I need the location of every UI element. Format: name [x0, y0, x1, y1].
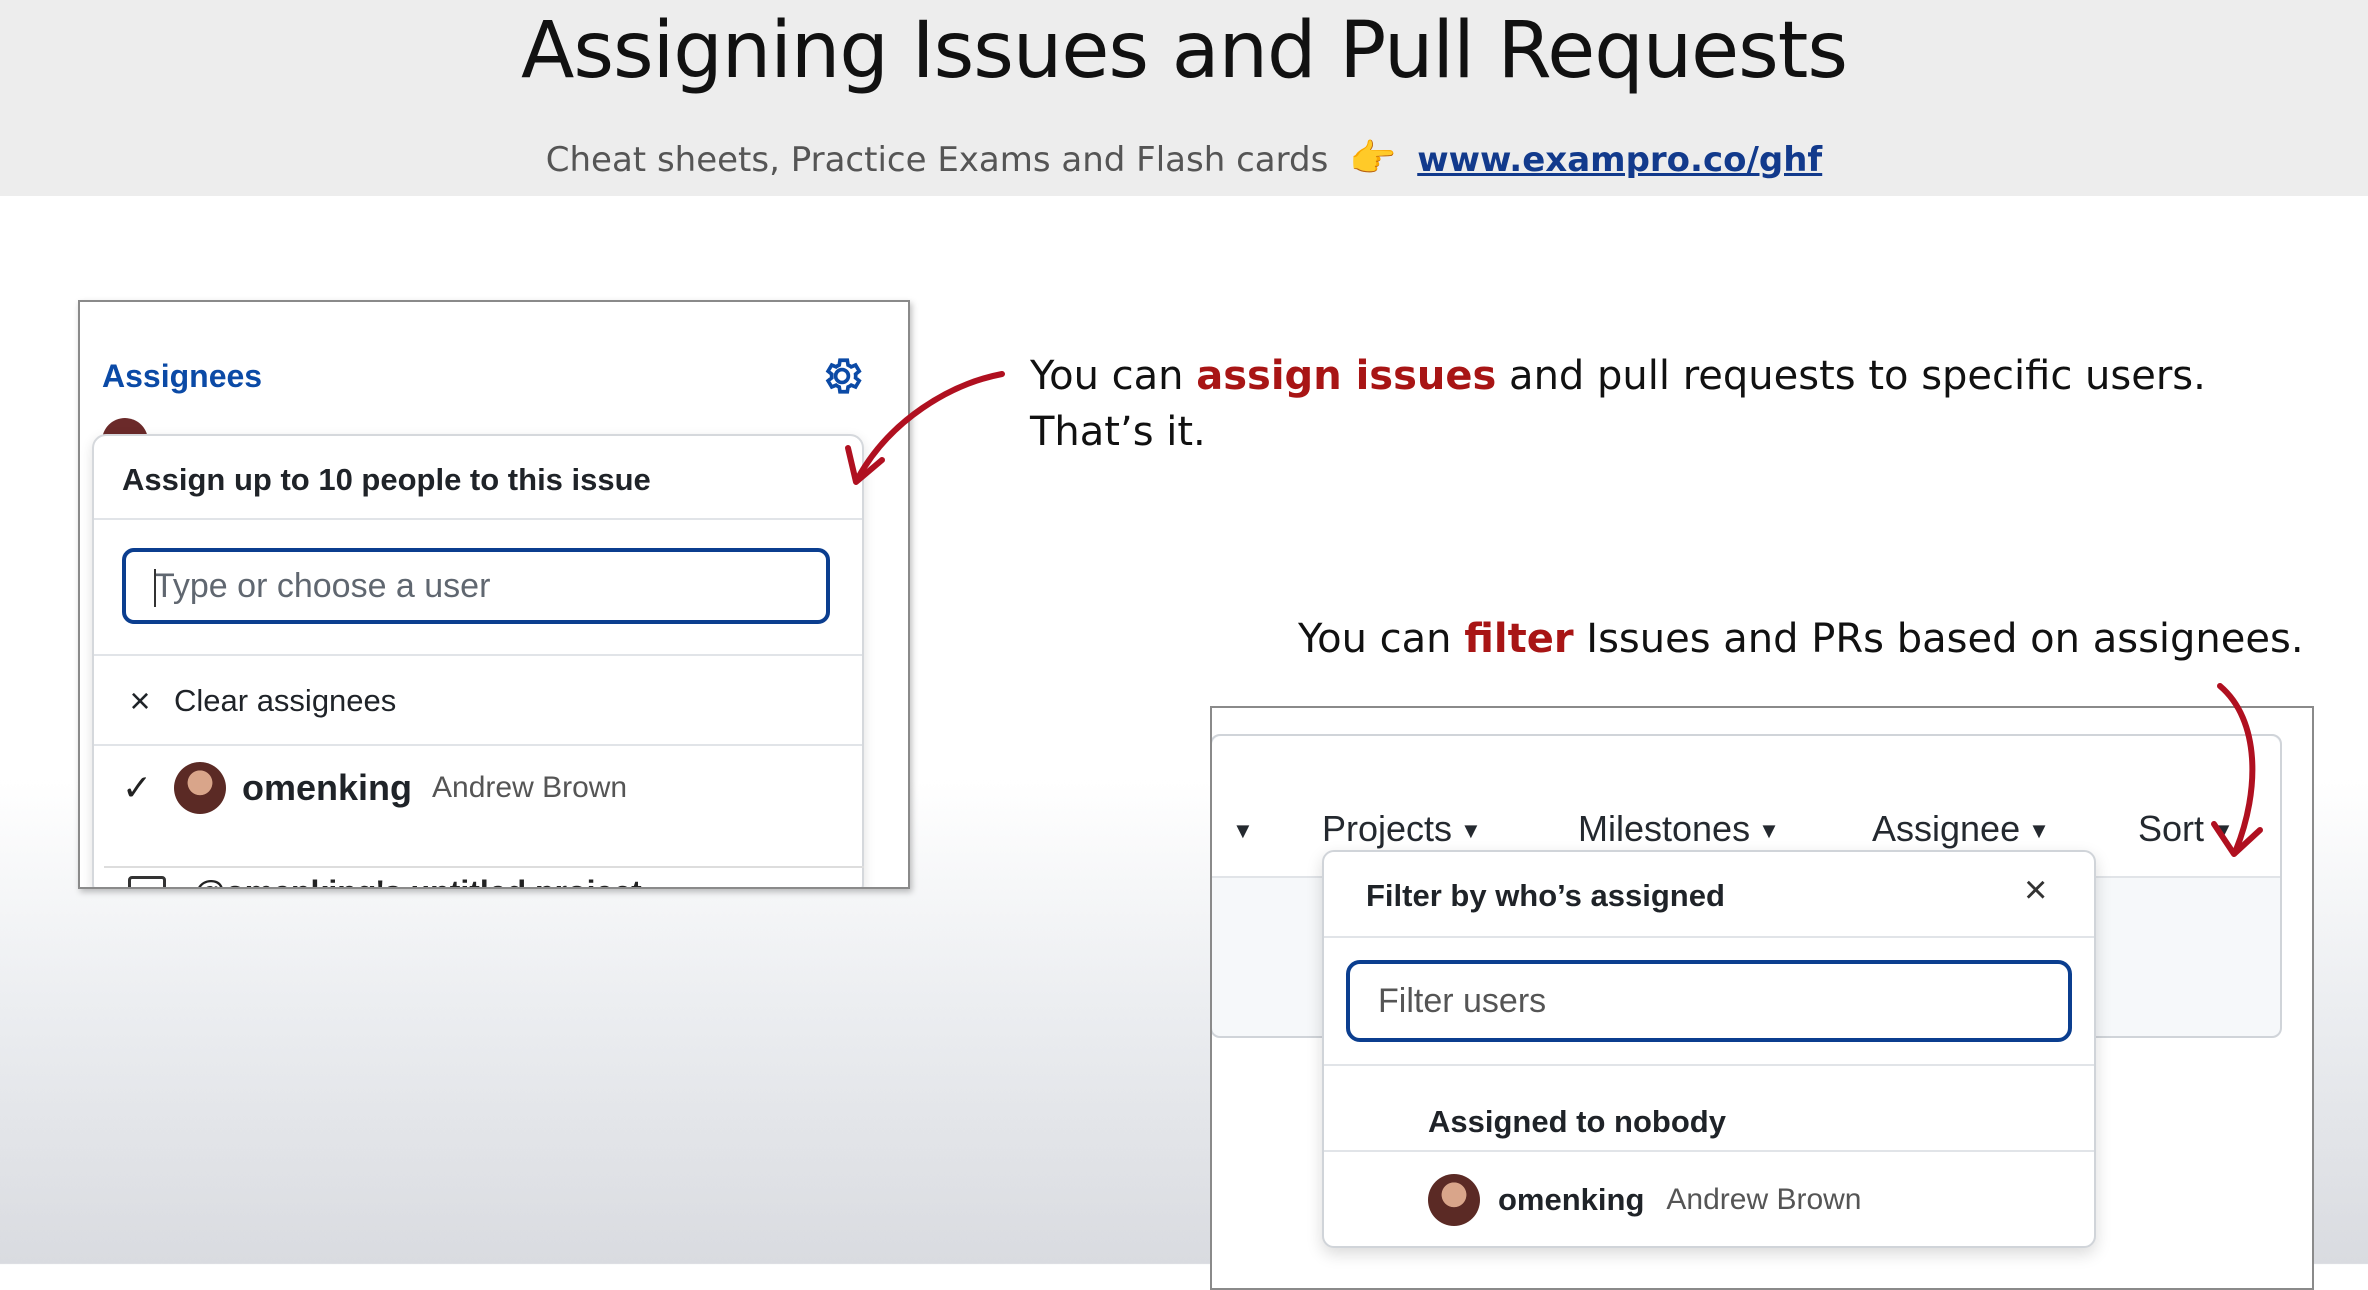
divider	[94, 654, 862, 656]
assign-note-pre: You can	[1030, 353, 1197, 399]
filter-note-highlight: filter	[1464, 616, 1574, 662]
filter-users-input[interactable]	[1346, 960, 2072, 1042]
filter-note-post: Issues and PRs based on assignees.	[1573, 616, 2304, 662]
avatar	[1428, 1174, 1480, 1226]
divider	[1324, 1064, 2094, 1066]
assign-note-post: and pull requests to specific users.	[1496, 353, 2206, 399]
caret-down-icon: ▼	[1460, 818, 1482, 844]
divider	[94, 518, 862, 520]
pointing-hand-icon: 👉	[1349, 136, 1397, 180]
caret-down-icon: ▼	[2028, 818, 2050, 844]
divider	[1324, 1150, 2094, 1152]
assignee-label: Assignee	[1872, 808, 2021, 849]
filter-note: You can filter Issues and PRs based on a…	[1298, 616, 2304, 662]
user-option-omenking[interactable]: omenking Andrew Brown	[1428, 1172, 1862, 1228]
divider	[94, 744, 862, 746]
red-arrow-icon	[2211, 683, 2263, 857]
slide-title: Assigning Issues and Pull Requests	[520, 6, 1848, 96]
assigned-to-nobody-option[interactable]: Assigned to nobody	[1428, 1104, 1726, 1140]
exampro-link[interactable]: www.exampro.co/ghf	[1417, 140, 1822, 180]
assignee-dropdown: Filter by who’s assigned × Assigned to n…	[1322, 850, 2096, 1248]
user-fullname: Andrew Brown	[432, 771, 628, 804]
username: omenking	[1498, 1182, 1645, 1217]
user-fullname: Andrew Brown	[1666, 1183, 1862, 1216]
subtitle-text: Cheat sheets, Practice Exams and Flash c…	[545, 140, 1329, 180]
close-icon[interactable]: ×	[2024, 868, 2047, 913]
clear-assignees-button[interactable]: × Clear assignees	[122, 676, 396, 726]
close-icon: ×	[129, 680, 151, 721]
assignee-filter[interactable]: Assignee ▼	[1872, 808, 2050, 850]
red-arrow-icon	[845, 371, 1005, 485]
assignees-panel: Assignees Assign up to 10 people to this…	[78, 300, 910, 889]
caret-down-icon: ▼	[1758, 818, 1780, 844]
slide-subtitle: Cheat sheets, Practice Exams and Flash c…	[0, 136, 2368, 181]
chevron-down-icon: ⌄	[824, 871, 850, 889]
slide-header: Assigning Issues and Pull Requests Cheat…	[0, 0, 2368, 196]
dropdown-title: Filter by who’s assigned	[1366, 878, 1725, 913]
assign-note: You can assign issues and pull requests …	[1030, 348, 2206, 460]
clear-assignees-label: Clear assignees	[174, 683, 397, 718]
popup-title: Assign up to 10 people to this issue	[122, 462, 651, 497]
filter-note-pre: You can	[1298, 616, 1465, 662]
milestones-filter[interactable]: Milestones ▼	[1578, 808, 1780, 850]
project-name: @omenking's untitled project	[194, 874, 642, 887]
user-search-input[interactable]	[122, 548, 830, 624]
username: omenking	[242, 767, 413, 808]
projects-label: Projects	[1322, 808, 1453, 849]
filter-panel: ▼ Projects ▼ Milestones ▼ Assignee ▼ Sort ▼ …	[1210, 706, 2314, 1290]
check-icon: ✓	[122, 767, 153, 808]
projects-filter[interactable]: Projects ▼	[1322, 808, 1482, 850]
project-row[interactable]: @omenking's untitled project ⌄	[104, 866, 864, 889]
avatar	[174, 762, 226, 814]
assign-note-highlight: assign issues	[1196, 353, 1497, 399]
assign-note-line2: That’s it.	[1030, 409, 1206, 455]
milestones-label: Milestones	[1578, 808, 1751, 849]
assignees-label[interactable]: Assignees	[102, 358, 262, 395]
divider	[1324, 936, 2094, 938]
assign-popup: Assign up to 10 people to this issue × C…	[92, 434, 864, 887]
text-caret	[154, 569, 156, 607]
user-option-omenking[interactable]: ✓ omenking Andrew Brown	[122, 760, 627, 816]
nav-caret-hidden[interactable]: ▼	[1224, 808, 1254, 850]
table-icon	[128, 876, 166, 887]
